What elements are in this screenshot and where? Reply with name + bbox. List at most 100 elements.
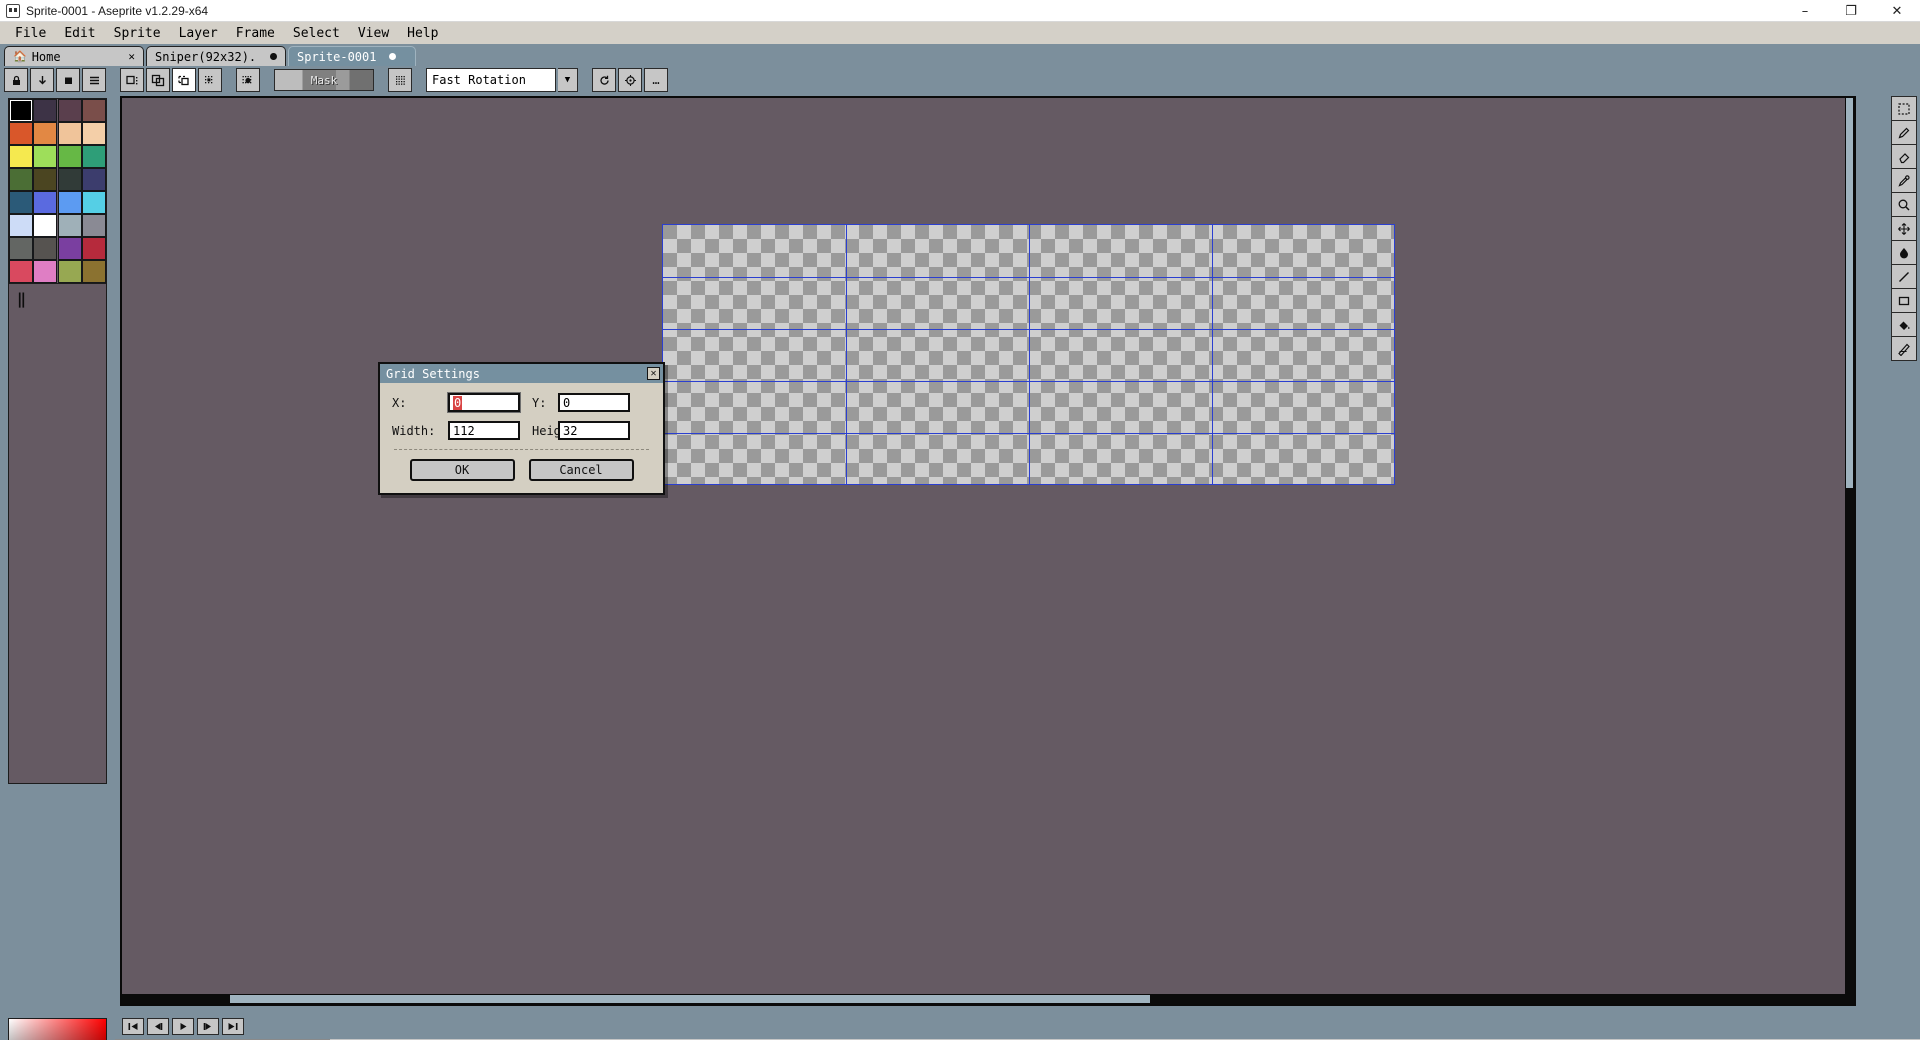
menu-select[interactable]: Select: [284, 24, 349, 43]
y-input[interactable]: 0: [558, 393, 630, 412]
palette-swatch[interactable]: [81, 99, 106, 122]
rotation-algorithm-select[interactable]: Fast Rotation: [426, 68, 556, 92]
width-input[interactable]: 112: [448, 421, 520, 440]
eraser-tool[interactable]: [1891, 144, 1917, 169]
transparent-color-button[interactable]: [236, 68, 260, 92]
palette-swatch[interactable]: [57, 145, 82, 168]
palette-swatch[interactable]: [57, 237, 82, 260]
pivot-button[interactable]: [618, 68, 642, 92]
menu-layer[interactable]: Layer: [170, 24, 227, 43]
intersect-selection-button[interactable]: [198, 68, 222, 92]
dialog-row-xy: X: 0 Y: 0: [392, 392, 651, 413]
palette-swatch[interactable]: [9, 214, 33, 237]
chevron-down-icon[interactable]: ▼: [558, 68, 578, 92]
more-options-button[interactable]: …: [644, 68, 668, 92]
rotate-button[interactable]: [592, 68, 616, 92]
palette-swatch[interactable]: [81, 237, 106, 260]
tab-sprite-0001[interactable]: Sprite-0001: [288, 46, 416, 66]
document-tabs: 🏠 Home ✕ Sniper(92x32).p Sprite-0001: [0, 44, 1920, 66]
rectangle-tool[interactable]: [1891, 288, 1917, 313]
subtract-selection-button[interactable]: [172, 68, 196, 92]
zoom-tool[interactable]: [1891, 192, 1917, 217]
palette-resize-handle[interactable]: ‖: [17, 290, 28, 308]
paint-bucket-tool[interactable]: [1891, 312, 1917, 337]
menu-sprite[interactable]: Sprite: [105, 24, 170, 43]
menu-help[interactable]: Help: [398, 24, 447, 43]
tab-home[interactable]: 🏠 Home ✕: [4, 46, 144, 66]
palette-swatch[interactable]: [9, 191, 33, 214]
eyedropper-tool[interactable]: [1891, 168, 1917, 193]
vertical-scroll-thumb[interactable]: [1846, 98, 1853, 488]
x-input[interactable]: 0: [447, 392, 521, 413]
canvas-horizontal-scrollbar[interactable]: [122, 994, 1854, 1004]
menu-view[interactable]: View: [349, 24, 398, 43]
snap-down-button[interactable]: [30, 68, 54, 92]
tab-home-close-icon[interactable]: ✕: [128, 50, 135, 63]
play-button[interactable]: [172, 1018, 194, 1035]
close-button[interactable]: ✕: [1874, 0, 1920, 22]
blur-tool[interactable]: [1891, 240, 1917, 265]
gradient-tool[interactable]: [1891, 336, 1917, 361]
color-palette[interactable]: [9, 99, 106, 283]
palette-swatch[interactable]: [9, 260, 33, 283]
options-menu-button[interactable]: [82, 68, 106, 92]
canvas-vertical-scrollbar[interactable]: [1845, 98, 1854, 994]
line-tool[interactable]: [1891, 264, 1917, 289]
palette-swatch[interactable]: [33, 168, 58, 191]
menu-frame[interactable]: Frame: [227, 24, 284, 43]
pixel-grid-button[interactable]: [388, 68, 412, 92]
fill-button[interactable]: [56, 68, 80, 92]
height-input[interactable]: 32: [558, 421, 630, 440]
color-field[interactable]: [8, 1018, 107, 1040]
palette-swatch[interactable]: [9, 237, 33, 260]
sprite-canvas[interactable]: [662, 224, 1395, 485]
move-tool[interactable]: [1891, 216, 1917, 241]
palette-swatch[interactable]: [57, 168, 82, 191]
palette-swatch[interactable]: [57, 260, 82, 283]
palette-swatch[interactable]: [33, 214, 58, 237]
sprite-editor[interactable]: [120, 96, 1856, 1006]
previous-frame-button[interactable]: [147, 1018, 169, 1035]
cancel-button[interactable]: Cancel: [528, 459, 634, 481]
minimize-button[interactable]: –: [1782, 0, 1828, 22]
menu-file[interactable]: File: [6, 24, 55, 43]
palette-swatch[interactable]: [9, 168, 33, 191]
palette-swatch[interactable]: [81, 122, 106, 145]
pencil-tool[interactable]: [1891, 120, 1917, 145]
palette-swatch[interactable]: [57, 99, 82, 122]
palette-swatch[interactable]: [57, 122, 82, 145]
palette-swatch[interactable]: [81, 145, 106, 168]
palette-swatch[interactable]: [81, 260, 106, 283]
replace-selection-button[interactable]: [120, 68, 144, 92]
lock-axis-button[interactable]: [4, 68, 28, 92]
next-frame-button[interactable]: [197, 1018, 219, 1035]
palette-swatch[interactable]: [57, 191, 82, 214]
palette-swatch[interactable]: [9, 122, 33, 145]
palette-swatch[interactable]: [81, 168, 106, 191]
palette-swatch[interactable]: [81, 191, 106, 214]
palette-swatch[interactable]: [33, 145, 58, 168]
palette-swatch[interactable]: [33, 260, 58, 283]
add-selection-button[interactable]: [146, 68, 170, 92]
menu-edit[interactable]: Edit: [55, 24, 104, 43]
window-title: Sprite-0001 - Aseprite v1.2.29-x64: [26, 3, 209, 18]
ok-button[interactable]: OK: [409, 459, 515, 481]
palette-swatch[interactable]: [81, 214, 106, 237]
maximize-button[interactable]: ❐: [1828, 0, 1874, 22]
palette-swatch[interactable]: [33, 237, 58, 260]
palette-swatch[interactable]: [9, 99, 33, 122]
palette-swatch[interactable]: [9, 145, 33, 168]
dialog-close-icon[interactable]: ✕: [647, 367, 660, 380]
grid-settings-dialog[interactable]: Grid Settings ✕ X: 0 Y: 0 Width: 112 Hei…: [378, 362, 665, 495]
palette-swatch[interactable]: [33, 191, 58, 214]
palette-scroll-area[interactable]: ‖: [8, 284, 107, 784]
palette-swatch[interactable]: [33, 122, 58, 145]
go-first-frame-button[interactable]: [122, 1018, 144, 1035]
palette-swatch[interactable]: [57, 214, 82, 237]
tab-sniper[interactable]: Sniper(92x32).p: [146, 46, 286, 66]
horizontal-scroll-thumb[interactable]: [230, 995, 1150, 1003]
marquee-tool[interactable]: [1891, 96, 1917, 121]
go-last-frame-button[interactable]: [222, 1018, 244, 1035]
mask-color-well[interactable]: Mask: [274, 69, 374, 91]
palette-swatch[interactable]: [33, 99, 58, 122]
